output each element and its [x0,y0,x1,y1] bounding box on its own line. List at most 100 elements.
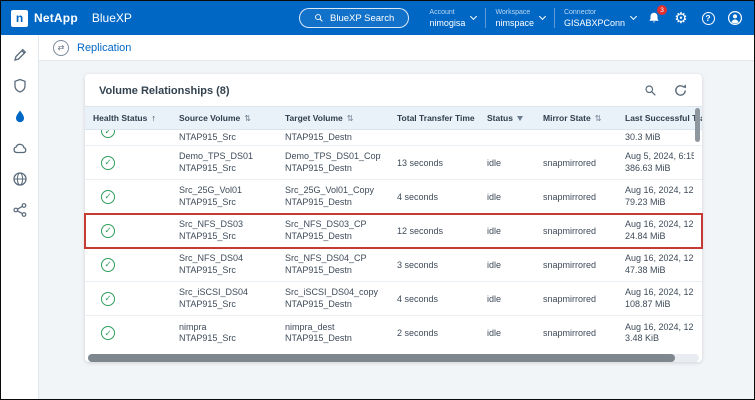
vertical-scrollbar-thumb[interactable] [695,108,700,142]
share-icon[interactable] [12,202,28,218]
chevron-down-icon [470,13,477,20]
filter-icon [517,116,523,121]
target-system: NTAP915_Destn [285,197,381,209]
table-row-highlighted[interactable]: ✓ Src_NFS_DS03NTAP915_Src Src_NFS_DS03_C… [85,214,702,248]
last-transfer-size: 24.84 MiB [625,231,694,243]
breadcrumb: ⇄ Replication [39,35,754,61]
status: idle [479,158,535,168]
workspace-selector[interactable]: Workspace nimspace [495,8,545,28]
mirror-state: snapmirrored [535,328,617,338]
table-row[interactable]: ✓ Src_NFS_DS04NTAP915_Src Src_NFS_DS04_C… [85,248,702,282]
top-right-controls: Account nimogisa Workspace nimspace Conn… [429,8,744,28]
target-volume: nimpra_dest [285,322,381,334]
health-ok-icon: ✓ [101,190,115,204]
source-volume: Src_25G_Vol01 [179,185,269,197]
source-volume: nimpra [179,322,269,334]
source-system: NTAP915_Src [179,333,269,345]
target-volume: Src_25G_Vol01_Copy [285,185,381,197]
sort-icon: ⇅ [595,114,602,123]
mirror-state: snapmirrored [535,260,617,270]
health-ok-icon: ✓ [101,156,115,170]
replication-icon: ⇄ [53,40,69,56]
last-transfer-size: 30.3 MiB [625,132,694,144]
target-system: NTAP915_Destn [285,231,381,243]
app-window: n NetApp BlueXP BlueXP Search Account ni… [0,0,755,400]
transfer-time: 13 seconds [389,158,479,168]
notification-badge: 3 [657,5,667,15]
brand-name: NetApp [34,11,78,25]
col-source-volume[interactable]: Source Volume⇅ [171,113,277,123]
status: idle [479,260,535,270]
transfer-time: 2 seconds [389,328,479,338]
top-header: n NetApp BlueXP BlueXP Search Account ni… [1,1,754,35]
user-icon [727,10,743,26]
connector-selector[interactable]: Connector GISABXPConn [564,8,636,28]
col-health-status[interactable]: Health Status↑ [85,113,171,123]
table-header-row: Health Status↑ Source Volume⇅ Target Vol… [85,106,702,130]
source-volume: Src_iSCSI_DS04 [179,287,269,299]
notifications-button[interactable]: 3 [645,9,663,27]
source-system: NTAP915_Src [179,132,269,144]
cloud-sync-icon[interactable] [12,140,28,156]
connector-label: Connector [564,8,625,18]
table-row[interactable]: ✓ NTAP915_Src NTAP915_Destn 30.3 MiB [85,130,702,146]
sort-icon: ⇅ [347,114,354,123]
status: idle [479,192,535,202]
workspace-value: nimspace [495,18,534,28]
col-last-successful[interactable]: Last Successful Tra⇅ [617,113,702,123]
col-total-transfer-time[interactable]: Total Transfer Time⇅ [389,113,479,123]
table-row[interactable]: ✓ Demo_TPS_DS01NTAP915_Src Demo_TPS_DS01… [85,146,702,180]
help-icon: ? [702,12,715,25]
settings-button[interactable]: ⚙ [672,9,690,27]
status: idle [479,294,535,304]
table-row[interactable]: ✓ Src_iSCSI_DS04NTAP915_Src Src_iSCSI_DS… [85,282,702,316]
target-volume: Src_NFS_DS03_CP [285,219,381,231]
horizontal-scrollbar-thumb[interactable] [88,354,675,362]
vertical-scrollbar [695,108,700,168]
source-system: NTAP915_Src [179,265,269,277]
target-volume: Src_NFS_DS04_CP [285,253,381,265]
shield-icon[interactable] [12,78,28,94]
user-button[interactable] [726,9,744,27]
card-title: Volume Relationships (8) [99,85,230,97]
col-status[interactable]: Status [479,113,535,123]
last-transfer-size: 47.38 MiB [625,265,694,277]
last-transfer-size: 79.23 MiB [625,197,694,209]
edit-icon[interactable] [12,47,28,63]
mirror-state: snapmirrored [535,192,617,202]
replication-nav-icon[interactable] [12,109,28,125]
col-target-volume[interactable]: Target Volume⇅ [277,113,389,123]
refresh-icon[interactable] [673,83,688,98]
target-volume: Src_iSCSI_DS04_copy [285,287,381,299]
mirror-state: snapmirrored [535,226,617,236]
target-system: NTAP915_Destn [285,163,381,175]
page-title[interactable]: Replication [77,42,131,54]
transfer-time: 3 seconds [389,260,479,270]
last-transfer-date: Aug 16, 2024, 12: [625,322,694,334]
last-transfer-size: 108.87 MiB [625,299,694,311]
health-ok-icon: ✓ [101,130,115,138]
target-system: NTAP915_Destn [285,265,381,277]
help-button[interactable]: ? [699,9,717,27]
source-volume: Src_NFS_DS03 [179,219,269,231]
last-transfer-date: Aug 16, 2024, 12: [625,219,694,231]
source-system: NTAP915_Src [179,197,269,209]
col-mirror-state[interactable]: Mirror State⇅ [535,113,617,123]
relationships-table: Health Status↑ Source Volume⇅ Target Vol… [85,106,702,362]
source-system: NTAP915_Src [179,163,269,175]
target-system: NTAP915_Destn [285,132,381,144]
divider [554,8,555,28]
globe-icon[interactable] [12,171,28,187]
mirror-state: snapmirrored [535,294,617,304]
source-volume: Src_NFS_DS04 [179,253,269,265]
table-row[interactable]: ✓ Src_25G_Vol01NTAP915_Src Src_25G_Vol01… [85,180,702,214]
brand: n NetApp BlueXP [11,10,132,27]
status: idle [479,226,535,236]
table-row[interactable]: ✓ nimpraNTAP915_Src nimpra_destNTAP915_D… [85,316,702,350]
sort-icon: ⇅ [244,114,251,123]
target-volume: Demo_TPS_DS01_Copy [285,151,381,163]
account-selector[interactable]: Account nimogisa [429,8,476,28]
bluexp-search-button[interactable]: BlueXP Search [299,8,409,28]
search-icon[interactable] [644,84,657,97]
volume-relationships-card: Volume Relationships (8) Health Status↑ … [85,74,702,362]
